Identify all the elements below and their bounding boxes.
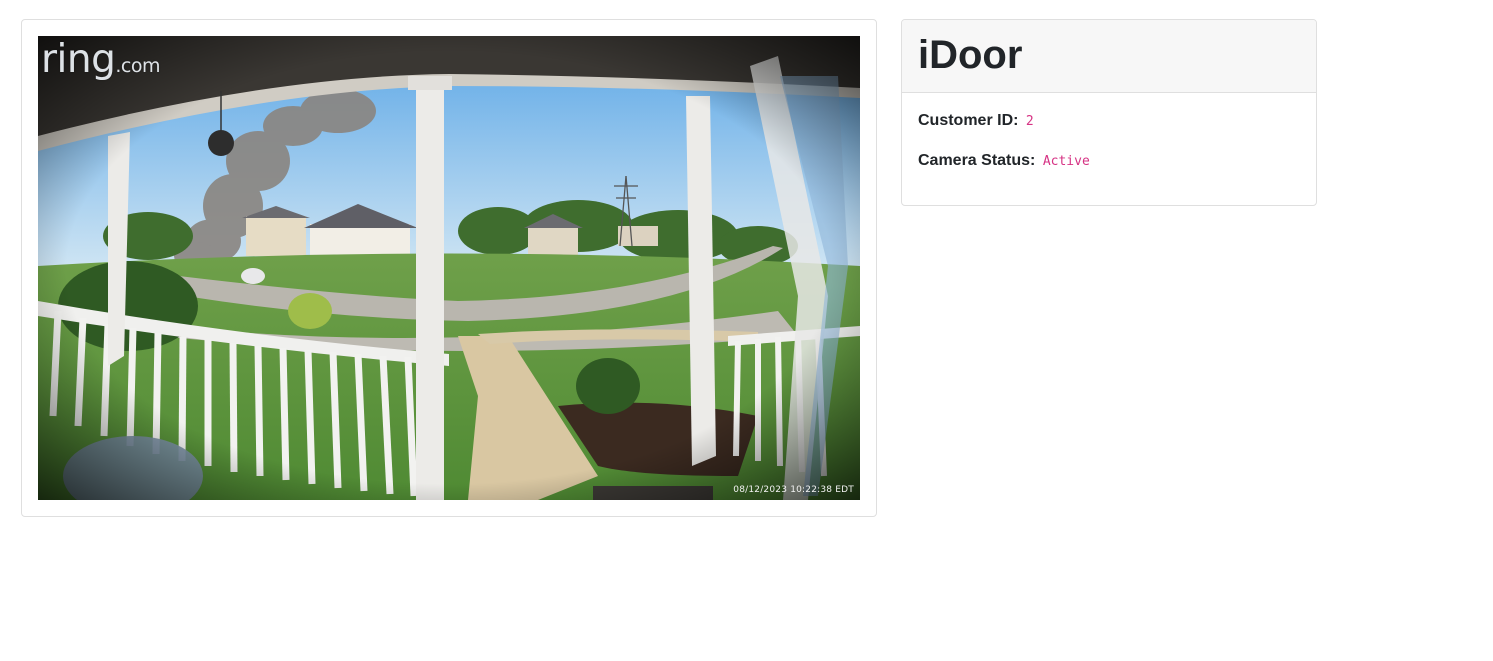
camera-status-value: Active	[1042, 154, 1090, 169]
card-body: Customer ID: 2 Camera Status: Active	[902, 93, 1316, 171]
video-timestamp: 08/12/2023 10:22:38 EDT	[733, 485, 854, 495]
customer-id-row: Customer ID: 2	[918, 111, 1300, 131]
camera-scene-image	[38, 36, 860, 500]
customer-id-label: Customer ID:	[918, 112, 1019, 129]
doorbell-camera-video[interactable]: ring.com 08/12/2023 10:22:38 EDT	[38, 36, 860, 500]
page-title: iDoor	[918, 33, 1023, 77]
customer-id-value: 2	[1025, 114, 1034, 129]
camera-feed-card: ring.com 08/12/2023 10:22:38 EDT	[21, 19, 877, 517]
camera-status-row: Camera Status: Active	[918, 151, 1300, 171]
ring-watermark-logo: ring.com	[41, 37, 160, 82]
device-info-card: iDoor Customer ID: 2 Camera Status: Acti…	[901, 19, 1317, 206]
card-header: iDoor	[902, 20, 1316, 93]
camera-status-label: Camera Status:	[918, 152, 1036, 169]
